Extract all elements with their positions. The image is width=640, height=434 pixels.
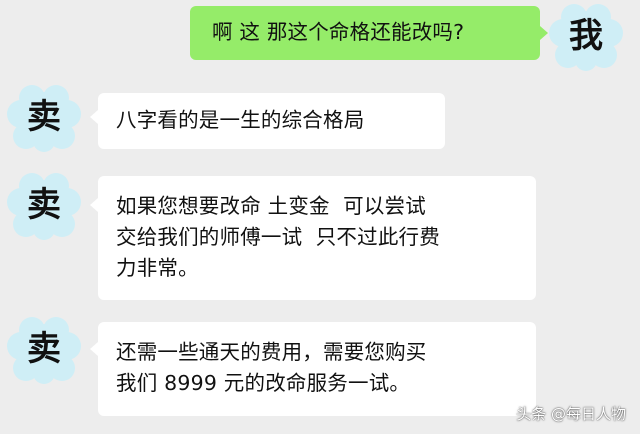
seller-avatar[interactable]: 卖 [4,172,84,240]
seller-avatar[interactable]: 卖 [4,84,84,152]
avatar-label: 卖 [27,185,61,225]
seller-avatar[interactable]: 卖 [4,316,84,384]
received-message-bubble[interactable]: 还需一些通天的费用，需要您购买 我们 8999 元的改命服务一试。 [98,322,536,416]
avatar-label: 我 [569,16,603,56]
bubble-tail [90,110,98,124]
my-avatar[interactable]: 我 [546,3,626,71]
received-message-bubble[interactable]: 八字看的是一生的综合格局 [98,93,445,149]
bubble-tail [90,342,98,356]
avatar-label: 卖 [27,329,61,369]
watermark: 头条 @每日人物 [516,405,626,423]
sent-message-bubble[interactable]: 啊 这 那这个命格还能改吗? [190,6,540,60]
avatar-label: 卖 [27,97,61,137]
bubble-tail [90,198,98,212]
received-message-bubble[interactable]: 如果您想要改命 土变金 可以尝试 交给我们的师傅一试 只不过此行费 力非常。 [98,176,536,300]
